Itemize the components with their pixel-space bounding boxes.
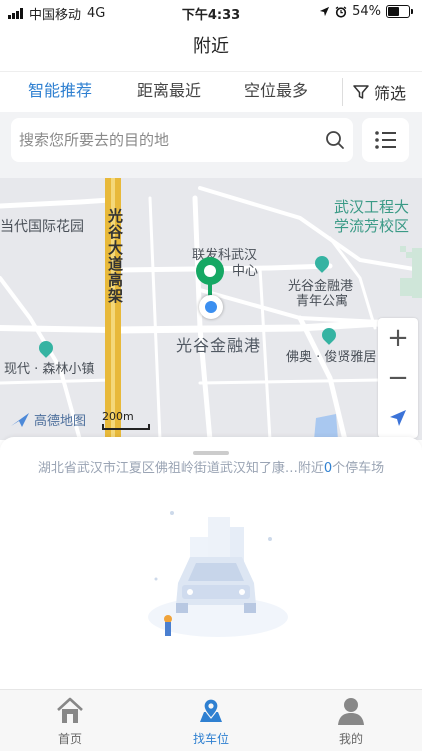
search-icon[interactable]: [325, 130, 345, 150]
nearby-count: 0: [323, 461, 333, 476]
map-zoom-controls: + −: [378, 318, 418, 438]
current-location-dot: [199, 295, 223, 319]
bottom-tab-bar: 首页 找车位 我的: [0, 689, 422, 751]
battery-percent: 54%: [352, 4, 381, 19]
map-label-lianfa-line2: 中心: [232, 264, 259, 279]
zoom-in-button[interactable]: +: [378, 318, 418, 358]
tabbar-label-home: 首页: [57, 732, 82, 746]
address-line: 湖北省武汉市江夏区佛祖岭街道武汉知了康…附近0个停车场: [0, 457, 422, 476]
map-view[interactable]: 当代国际花园 武汉工程大 学流芳校区 光谷大道高架 联发科武汉 中心 光谷金融港…: [0, 178, 422, 440]
locate-me-button[interactable]: [378, 398, 418, 438]
nearby-panel: 湖北省武汉市江夏区佛祖岭街道武汉知了康…附近0个停车场: [0, 437, 422, 689]
tab-divider: [342, 78, 343, 106]
search-input[interactable]: 搜索您所要去的目的地: [11, 118, 353, 162]
filter-button[interactable]: 筛选: [352, 72, 406, 112]
drag-handle[interactable]: [193, 451, 229, 455]
map-logo-text: 高德地图: [34, 414, 87, 429]
empty-state-car-illustration: [148, 511, 288, 637]
alarm-icon: [335, 5, 347, 18]
zoom-out-button[interactable]: −: [378, 358, 418, 398]
profile-icon: [338, 698, 364, 725]
map-label-estate-left: 当代国际花园: [0, 219, 84, 235]
tabbar-item-home[interactable]: 首页: [25, 690, 115, 751]
list-icon: [375, 131, 396, 149]
tab-nearest[interactable]: 距离最近: [137, 72, 201, 112]
nearby-prefix: 附近: [297, 461, 324, 476]
filter-icon: [353, 85, 369, 99]
map-label-university-line2: 学流芳校区: [334, 217, 410, 235]
tabbar-label-find-parking: 找车位: [192, 732, 229, 746]
list-view-button[interactable]: [362, 118, 409, 162]
status-bar: 中国移动 4G 下午4:33 54%: [0, 0, 422, 24]
map-label-highway: 光谷大道高架: [106, 208, 124, 304]
search-row: 搜索您所要去的目的地: [0, 112, 422, 178]
sort-tabs: 智能推荐 距离最近 空位最多 筛选: [0, 71, 422, 113]
tab-smart-recommend[interactable]: 智能推荐: [28, 72, 92, 112]
map-label-senlin: 现代 · 森林小镇: [4, 362, 95, 377]
map-pin-icon: [200, 698, 222, 722]
battery-icon: [386, 5, 413, 18]
nearby-suffix: 个停车场: [332, 461, 385, 476]
navigation-arrow-icon: [390, 410, 406, 426]
location-arrow-icon: [320, 6, 330, 17]
map-label-gjr-main: 光谷金融港: [176, 336, 262, 355]
home-icon: [57, 697, 83, 723]
tab-most-spaces[interactable]: 空位最多: [244, 72, 308, 112]
map-logo: 高德地图: [10, 410, 86, 429]
tabbar-item-profile[interactable]: 我的: [306, 690, 396, 751]
map-label-gjr-youth-line2: 青年公寓: [296, 294, 349, 309]
tabbar-label-profile: 我的: [338, 732, 363, 746]
amap-logo-icon: [11, 412, 29, 427]
map-scale-label: 200m: [102, 410, 134, 423]
search-placeholder: 搜索您所要去的目的地: [19, 131, 170, 149]
map-label-university-line1: 武汉工程大: [334, 198, 410, 216]
map-scale: 200m: [102, 410, 150, 430]
page-title: 附近: [193, 36, 229, 57]
map-label-foao: 佛奥 · 俊贤雅居: [286, 350, 377, 365]
current-address: 湖北省武汉市江夏区佛祖岭街道武汉知了康…: [37, 461, 298, 476]
tabbar-item-find-parking[interactable]: 找车位: [166, 690, 256, 751]
filter-label: 筛选: [374, 84, 407, 103]
